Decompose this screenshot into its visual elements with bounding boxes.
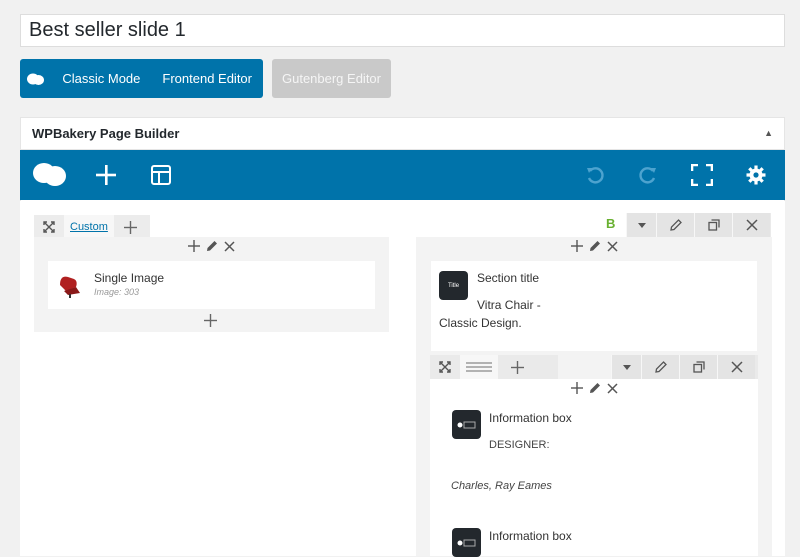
wpbakery-logo-icon [20, 73, 51, 85]
section-text-line-1: Vitra Chair - [477, 298, 541, 312]
info-label: DESIGNER: [489, 439, 550, 451]
element-title: Information box [489, 529, 572, 543]
delete-column-icon[interactable] [224, 239, 235, 257]
row-controls-right [626, 213, 771, 237]
inner-row-controls-left [430, 355, 558, 379]
edit-column-pencil-icon[interactable] [589, 239, 601, 257]
row-controls-left: Custom [34, 215, 150, 239]
row-dropdown-icon[interactable] [611, 355, 641, 379]
information-box-element[interactable]: Information box [444, 520, 758, 557]
move-row-icon[interactable] [34, 221, 64, 233]
element-title: Information box [489, 411, 572, 425]
builder-toolbar [20, 150, 785, 200]
single-image-element[interactable]: Single Image Image: 303 [47, 260, 376, 310]
chair-thumbnail-icon [56, 271, 84, 304]
add-element-icon[interactable] [570, 381, 583, 399]
editor-mode-bar: Classic Mode Frontend Editor [20, 59, 263, 98]
builder-panel-header[interactable]: WPBakery Page Builder ▲ [20, 117, 785, 150]
add-element-icon[interactable] [92, 150, 120, 200]
delete-row-icon[interactable] [717, 355, 755, 379]
element-title: Single Image [94, 271, 165, 285]
classic-mode-button[interactable]: Classic Mode [51, 71, 151, 86]
row-status-icon: B [606, 216, 616, 231]
undo-icon[interactable] [581, 150, 609, 200]
column-controls [34, 237, 389, 259]
column-controls [430, 379, 758, 401]
delete-column-icon[interactable] [606, 239, 618, 257]
fullscreen-icon[interactable] [688, 150, 716, 200]
tab-menu-icon[interactable] [460, 355, 498, 379]
edit-row-pencil-icon[interactable] [656, 213, 694, 237]
frontend-editor-button[interactable]: Frontend Editor [151, 71, 263, 86]
add-element-icon[interactable] [188, 239, 200, 257]
element-title: Section title [477, 271, 540, 285]
edit-column-pencil-icon[interactable] [206, 239, 218, 257]
section-title-icon: Title [439, 271, 468, 300]
move-row-icon[interactable] [430, 361, 460, 373]
edit-row-pencil-icon[interactable] [641, 355, 679, 379]
add-element-bottom-icon[interactable] [204, 314, 217, 332]
redo-icon[interactable] [634, 150, 662, 200]
add-tab-icon[interactable] [498, 360, 536, 374]
wpbakery-logo-icon[interactable] [32, 150, 68, 200]
delete-row-icon[interactable] [732, 213, 770, 237]
gutenberg-editor-button[interactable]: Gutenberg Editor [272, 59, 391, 98]
add-element-icon[interactable] [570, 239, 583, 257]
delete-column-icon[interactable] [606, 381, 618, 399]
add-tab-icon[interactable] [114, 220, 148, 234]
inner-row-controls-right [611, 355, 758, 379]
section-text-line-2: Classic Design. [439, 316, 522, 330]
edit-column-pencil-icon[interactable] [589, 381, 601, 399]
templates-icon[interactable] [147, 150, 175, 200]
clone-row-icon[interactable] [694, 213, 732, 237]
element-subtitle: Image: 303 [94, 287, 140, 297]
collapse-arrow-icon[interactable]: ▲ [764, 128, 773, 138]
section-title-element[interactable]: Title Section title Vitra Chair - Classi… [430, 260, 758, 352]
information-box-icon [452, 410, 481, 439]
column-controls [416, 237, 772, 259]
info-value: Charles, Ray Eames [451, 480, 552, 492]
builder-panel-title: WPBakery Page Builder [32, 125, 180, 141]
settings-gear-icon[interactable] [742, 150, 770, 200]
tab-custom[interactable]: Custom [64, 215, 114, 239]
post-title-input[interactable] [21, 15, 784, 46]
clone-row-icon[interactable] [679, 355, 717, 379]
post-title-field[interactable] [20, 14, 785, 47]
row-dropdown-icon[interactable] [626, 213, 656, 237]
information-box-icon [452, 528, 481, 557]
information-box-element[interactable]: Information box DESIGNER: Charles, Ray E… [444, 402, 758, 508]
